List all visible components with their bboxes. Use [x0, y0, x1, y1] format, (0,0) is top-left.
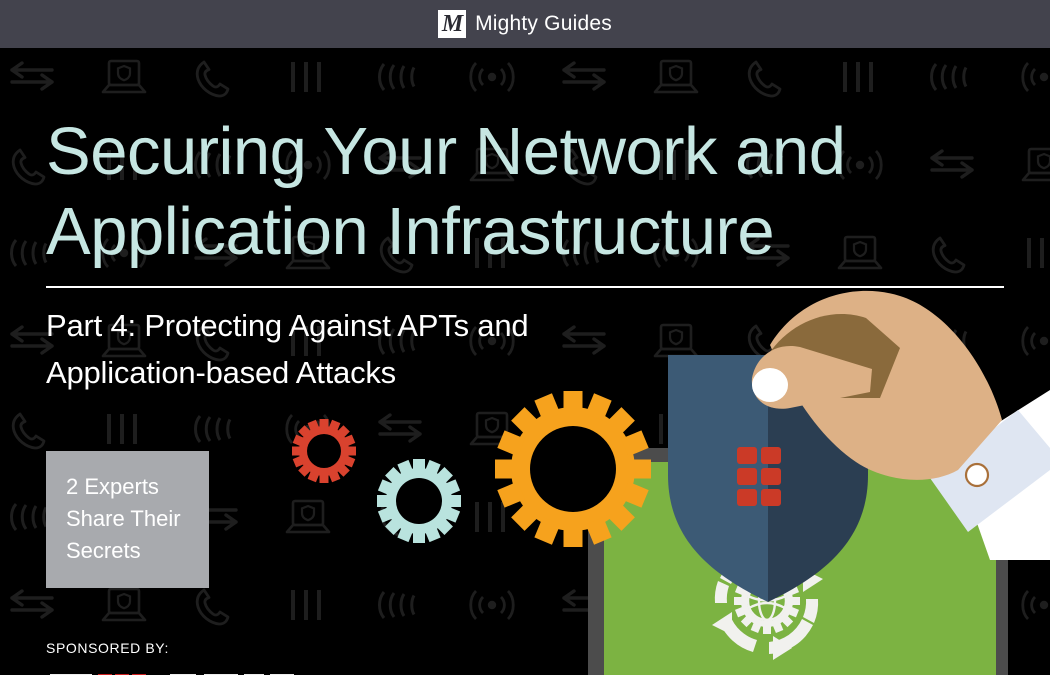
signal-bars-icon	[843, 60, 873, 94]
phone-handset-icon	[563, 412, 598, 450]
sponsor-logo	[50, 674, 294, 675]
sponsored-by-label: SPONSORED BY:	[46, 640, 169, 656]
signal-bars-icon	[291, 60, 321, 94]
experts-callout-box: 2 Experts Share Their Secrets	[46, 451, 209, 588]
page-title: Securing Your Network and Application In…	[46, 114, 846, 269]
phone-handset-icon	[195, 588, 230, 626]
broadcast-wifi-icon	[837, 413, 883, 445]
transfer-arrows-icon	[746, 501, 790, 531]
signal-arcs-icon	[746, 414, 784, 444]
signal-bars-icon	[107, 412, 137, 446]
broadcast-wifi-icon	[285, 413, 331, 445]
site-header: M Mighty Guides	[0, 0, 1050, 48]
broadcast-wifi-icon	[1021, 325, 1050, 357]
cover-text-block: Securing Your Network and Application In…	[46, 112, 1026, 396]
page-subtitle: Part 4: Protecting Against APTs and Appl…	[46, 308, 529, 390]
laptop-shield-icon	[837, 499, 883, 534]
cover-page: M Mighty Guides Securing Your Network an…	[0, 0, 1050, 675]
broadcast-wifi-icon	[469, 61, 515, 93]
signal-arcs-icon	[930, 62, 968, 92]
transfer-arrows-icon	[378, 413, 422, 443]
transfer-arrows-icon	[562, 589, 606, 619]
laptop-shield-icon	[653, 587, 699, 622]
signal-arcs-icon	[194, 414, 232, 444]
laptop-shield-icon	[101, 59, 147, 94]
phone-handset-icon	[11, 412, 46, 450]
broadcast-wifi-icon	[469, 589, 515, 621]
laptop-shield-icon	[101, 587, 147, 622]
laptop-shield-icon	[653, 59, 699, 94]
broadcast-wifi-icon	[653, 501, 699, 533]
phone-handset-icon	[747, 588, 782, 626]
broadcast-wifi-icon	[1021, 589, 1050, 621]
signal-arcs-icon	[562, 502, 600, 532]
mighty-guides-logo-mark: M	[438, 10, 467, 38]
sponsor-block: SPONSORED BY:	[46, 640, 169, 656]
transfer-arrows-icon	[562, 61, 606, 91]
title-divider	[46, 286, 1004, 288]
phone-handset-icon	[11, 148, 46, 186]
broadcast-wifi-icon	[1021, 61, 1050, 93]
brand-logo[interactable]: M Mighty Guides	[438, 10, 612, 38]
signal-arcs-icon	[10, 238, 48, 268]
signal-bars-icon	[1027, 236, 1050, 270]
laptop-shield-icon	[1021, 147, 1050, 182]
phone-handset-icon	[747, 60, 782, 98]
phone-handset-icon	[379, 500, 414, 538]
phone-handset-icon	[195, 60, 230, 98]
signal-bars-icon	[659, 412, 689, 446]
signal-arcs-icon	[378, 590, 416, 620]
signal-arcs-icon	[930, 590, 968, 620]
signal-bars-icon	[843, 588, 873, 622]
signal-arcs-icon	[378, 62, 416, 92]
brand-name-label: Mighty Guides	[475, 12, 612, 35]
phone-handset-icon	[931, 500, 966, 538]
laptop-shield-icon	[285, 499, 331, 534]
laptop-shield-icon	[1021, 411, 1050, 446]
laptop-shield-icon	[469, 411, 515, 446]
signal-bars-icon	[1027, 500, 1050, 534]
transfer-arrows-icon	[930, 413, 974, 443]
transfer-arrows-icon	[10, 589, 54, 619]
signal-bars-icon	[475, 500, 505, 534]
experts-callout-label: 2 Experts Share Their Secrets	[66, 474, 181, 563]
transfer-arrows-icon	[10, 61, 54, 91]
signal-arcs-icon	[10, 502, 48, 532]
signal-bars-icon	[291, 588, 321, 622]
